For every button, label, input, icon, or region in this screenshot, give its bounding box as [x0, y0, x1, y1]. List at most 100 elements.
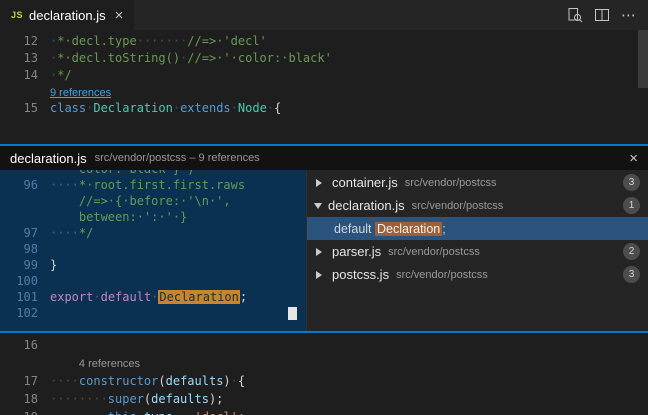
- line-number: [0, 84, 50, 100]
- line-number: 100: [0, 273, 50, 289]
- file-name: parser.js: [332, 244, 381, 259]
- code-line: 101export·default·Declaration;: [0, 289, 306, 305]
- line-number: 17: [0, 372, 50, 390]
- code-text: 4 references: [50, 354, 140, 372]
- line-number: 97: [0, 225, 50, 241]
- codelens-link[interactable]: 9 references: [0, 84, 648, 100]
- code-line: 16: [0, 336, 648, 354]
- code-text: export·default·Declaration;: [50, 289, 247, 305]
- reference-file-row[interactable]: parser.js src/vendor/postcss 2: [307, 240, 648, 263]
- file-name: container.js: [332, 175, 398, 190]
- line-number: 14: [0, 67, 50, 84]
- peek-title: declaration.js: [10, 151, 87, 166]
- code-line: 12·*·decl.type·······//=>·'decl': [0, 33, 648, 50]
- tab-label: declaration.js: [29, 8, 106, 23]
- file-path: src/vendor/postcss: [405, 177, 497, 189]
- line-number: 102: [0, 305, 50, 321]
- tab-declaration-js[interactable]: JS declaration.js ×: [0, 0, 134, 30]
- line-number: 13: [0, 50, 50, 67]
- code-line: 18········super(defaults);: [0, 390, 648, 408]
- code-line: 17····constructor(defaults)·{: [0, 372, 648, 390]
- tab-close-icon[interactable]: ×: [115, 8, 124, 23]
- file-name: declaration.js: [328, 198, 405, 213]
- code-text: ····*·root.first.first.raws: [50, 177, 245, 193]
- vscode-window: JS declaration.js × ⋯: [0, 0, 648, 415]
- codelens-link[interactable]: 4 references: [0, 354, 648, 372]
- line-number: [0, 170, 50, 177]
- editor-actions: ⋯: [561, 0, 648, 30]
- code-text: ····*/: [50, 225, 93, 241]
- code-line: 100: [0, 273, 306, 289]
- reference-text: default: [334, 222, 375, 236]
- ellipsis-glyph: ⋯: [621, 6, 636, 24]
- references-list: container.js src/vendor/postcss 3 declarati…: [306, 170, 648, 331]
- open-changes-icon[interactable]: [561, 0, 588, 30]
- line-number: 18: [0, 390, 50, 408]
- code-line: 19········this.type·=·'decl';: [0, 408, 648, 415]
- line-number: 19: [0, 408, 50, 415]
- line-number: [0, 209, 50, 225]
- code-line: 98: [0, 241, 306, 257]
- peek-header: declaration.js src/vendor/postcss – 9 re…: [0, 146, 648, 170]
- line-number: 12: [0, 33, 50, 50]
- split-editor-icon[interactable]: [588, 0, 615, 30]
- reference-text: ;: [442, 222, 445, 236]
- references-peek-view: declaration.js src/vendor/postcss – 9 re…: [0, 144, 648, 333]
- code-text: color:·black·}'): [50, 170, 195, 177]
- editor-tab-bar: JS declaration.js × ⋯: [0, 0, 648, 30]
- code-line: 99}: [0, 257, 306, 273]
- code-line: 96····*·root.first.first.raws: [0, 177, 306, 193]
- match-highlight: Declaration: [375, 222, 442, 236]
- code-text: ····constructor(defaults)·{: [50, 372, 245, 390]
- code-text: ········super(defaults);: [50, 390, 223, 408]
- code-line: between:·':·'·}: [0, 209, 306, 225]
- peek-meta: src/vendor/postcss – 9 references: [95, 152, 260, 164]
- reference-count-badge: 3: [623, 174, 640, 191]
- code-line: 14·*/: [0, 67, 648, 84]
- reference-file-row[interactable]: postcss.jssrc/vendor/postcss3: [307, 263, 648, 286]
- code-line: 15class·Declaration·extends·Node·{: [0, 100, 648, 117]
- code-text: ·*·decl.toString()·//=>·'·color:·black': [50, 50, 332, 67]
- code-text: ·*·decl.type·······//=>·'decl': [50, 33, 267, 50]
- reference-file-row[interactable]: container.js src/vendor/postcss 3: [307, 171, 648, 194]
- code-line: color:·black·}'): [0, 170, 306, 177]
- peek-editor[interactable]: color:·black·}')96····*·root.first.first…: [0, 170, 306, 331]
- code-text: class·Declaration·extends·Node·{: [50, 100, 281, 117]
- code-line: 102: [0, 305, 306, 321]
- close-icon[interactable]: ×: [629, 151, 638, 166]
- javascript-file-icon: JS: [11, 10, 23, 20]
- more-actions-icon[interactable]: ⋯: [615, 0, 642, 30]
- editor-region-top[interactable]: 12·*·decl.type·······//=>·'decl'13·*·dec…: [0, 30, 648, 144]
- chevron-right-icon[interactable]: [316, 179, 326, 187]
- chevron-right-icon[interactable]: [316, 271, 326, 279]
- file-path: src/vendor/postcss: [412, 200, 504, 212]
- line-number: 15: [0, 100, 50, 117]
- code-text: ·*/: [50, 67, 72, 84]
- code-line: 13·*·decl.toString()·//=>·'·color:·black…: [0, 50, 648, 67]
- vertical-scrollbar-thumb[interactable]: [638, 30, 648, 88]
- editor-region-bottom[interactable]: 16 4 references17····constructor(default…: [0, 333, 648, 415]
- code-text: }: [50, 257, 57, 273]
- line-number: 16: [0, 336, 50, 354]
- line-number: 101: [0, 289, 50, 305]
- code-text: //=>·{·before:·'\n·',: [50, 193, 231, 209]
- code-line: 97····*/: [0, 225, 306, 241]
- text-cursor: [288, 307, 297, 320]
- line-number: 99: [0, 257, 50, 273]
- peek-body: color:·black·}')96····*·root.first.first…: [0, 170, 648, 331]
- chevron-right-icon[interactable]: [316, 248, 326, 256]
- code-text: 9 references: [50, 84, 111, 100]
- code-text: ········this.type·=·'decl';: [50, 408, 245, 415]
- reference-count-badge: 2: [623, 243, 640, 260]
- code-text: between:·':·'·}: [50, 209, 187, 225]
- file-name: postcss.js: [332, 267, 389, 282]
- reference-item-row[interactable]: default Declaration;: [307, 217, 648, 240]
- code-line: //=>·{·before:·'\n·',: [0, 193, 306, 209]
- reference-file-row[interactable]: declaration.js src/vendor/postcss 1: [307, 194, 648, 217]
- reference-count-badge: 1: [623, 197, 640, 214]
- chevron-down-icon[interactable]: [314, 203, 322, 213]
- line-number: 98: [0, 241, 50, 257]
- file-path: src/vendor/postcss: [388, 246, 480, 258]
- line-number: [0, 193, 50, 209]
- line-number: [0, 354, 50, 372]
